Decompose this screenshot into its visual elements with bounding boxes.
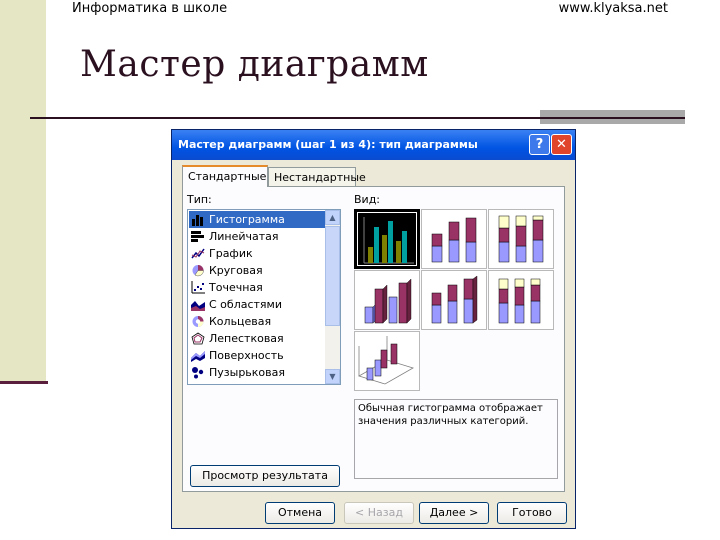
list-item-label: Точечная (209, 281, 263, 294)
scroll-up-icon[interactable]: ▲ (325, 210, 340, 225)
list-item-label: Лепестковая (209, 332, 284, 345)
bubble-chart-icon (192, 367, 204, 379)
subtype-stacked-column[interactable] (421, 209, 487, 269)
slide-divider (30, 117, 685, 119)
list-item-column[interactable]: Гистограмма (189, 211, 325, 228)
clustered-column-icon (363, 217, 414, 264)
close-icon[interactable]: ✕ (551, 134, 572, 155)
list-item-pie[interactable]: Круговая (189, 262, 325, 279)
list-item-label: Круговая (209, 264, 263, 277)
list-item-bar[interactable]: Линейчатая (189, 228, 325, 245)
bar-chart-icon (191, 231, 204, 242)
slide-left-bar-line (0, 381, 48, 384)
subtype-percent-column[interactable] (488, 209, 554, 269)
tab-standard[interactable]: Стандартные (182, 165, 268, 187)
slide-left-bar (0, 0, 46, 384)
chart-type-description: Обычная гистограмма отображает значения … (354, 399, 558, 479)
chart-type-list[interactable]: Гистограмма Линейчатая График Круговая Т… (187, 209, 341, 385)
tab-nonstandard[interactable]: Нестандартные (268, 167, 366, 187)
area-chart-icon (191, 301, 205, 311)
list-item-label: С областями (209, 298, 282, 311)
back-button[interactable]: < Назад (344, 502, 414, 524)
column-chart-icon (192, 215, 203, 226)
tab-panel-standard: Тип: Вид: Гистограмма Линейчатая График … (182, 186, 565, 492)
doughnut-chart-icon (192, 316, 204, 327)
subtype-3d-percent-column[interactable] (488, 270, 554, 330)
subtype-3d-column[interactable] (354, 331, 420, 391)
stacked-column-icon (431, 217, 477, 263)
list-item-label: График (209, 247, 253, 260)
3d-stacked-column-icon (431, 275, 478, 324)
slide-header-left: Информатика в школе (72, 1, 228, 16)
scroll-down-icon[interactable]: ▼ (325, 369, 340, 384)
subtype-3d-clustered-column[interactable] (354, 270, 420, 330)
dialog-title: Мастер диаграмм (шаг 1 из 4): тип диагра… (178, 138, 478, 151)
3d-column-icon (357, 336, 415, 385)
list-item-label: Кольцевая (209, 315, 272, 328)
help-icon[interactable]: ? (529, 134, 550, 155)
list-item-label: Пузырьковая (209, 366, 285, 379)
surface-chart-icon (191, 351, 205, 362)
dialog-titlebar[interactable]: Мастер диаграмм (шаг 1 из 4): тип диагра… (172, 130, 575, 160)
type-label: Тип: (187, 193, 212, 206)
list-item-doughnut[interactable]: Кольцевая (189, 313, 325, 330)
chart-subtype-grid (354, 209, 554, 393)
list-item-surface[interactable]: Поверхность (189, 347, 325, 364)
list-item-label: Гистограмма (209, 213, 285, 226)
list-item-label: Линейчатая (209, 230, 279, 243)
next-button[interactable]: Далее > (419, 502, 489, 524)
scroll-thumb[interactable] (325, 226, 340, 326)
3d-clustered-column-icon (364, 278, 412, 324)
cancel-button[interactable]: Отмена (265, 502, 335, 524)
preview-result-button[interactable]: Просмотр результата (190, 465, 340, 487)
chart-wizard-dialog: Мастер диаграмм (шаг 1 из 4): тип диагра… (171, 129, 576, 529)
list-item-radar[interactable]: Лепестковая (189, 330, 325, 347)
radar-chart-icon (191, 332, 205, 345)
3d-percent-column-icon (498, 278, 541, 324)
slide-header-right: www.klyaksa.net (558, 1, 668, 16)
chart-type-scrollbar[interactable]: ▲ ▼ (325, 210, 340, 384)
slide-title: Мастер диаграмм (80, 44, 429, 85)
finish-button[interactable]: Готово (497, 502, 567, 524)
line-chart-icon (191, 248, 205, 259)
scatter-chart-icon (191, 281, 205, 294)
list-item-line[interactable]: График (189, 245, 325, 262)
list-item-bubble[interactable]: Пузырьковая (189, 364, 325, 381)
list-item-area[interactable]: С областями (189, 296, 325, 313)
view-label: Вид: (354, 193, 381, 206)
subtype-3d-stacked-column[interactable] (421, 270, 487, 330)
pie-chart-icon (192, 265, 204, 276)
list-item-label: Поверхность (209, 349, 284, 362)
subtype-clustered-column[interactable] (354, 209, 420, 269)
percent-column-icon (498, 215, 544, 263)
list-item-scatter[interactable]: Точечная (189, 279, 325, 296)
